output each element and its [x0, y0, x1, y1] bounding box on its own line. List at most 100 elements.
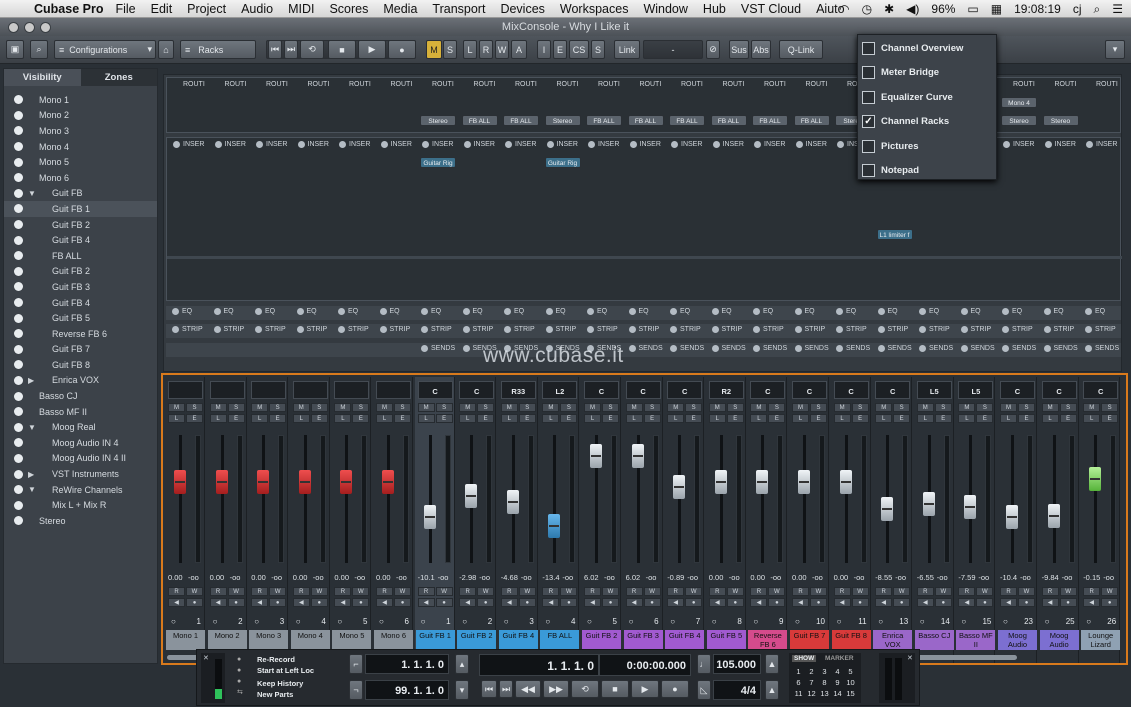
edit-button[interactable]: E: [602, 414, 619, 423]
power-icon[interactable]: [1043, 345, 1051, 352]
visibility-dot-icon[interactable]: [14, 95, 23, 105]
power-icon[interactable]: [546, 141, 554, 148]
racks-button[interactable]: ≡ Racks: [180, 40, 256, 59]
edit-button[interactable]: E: [976, 414, 994, 423]
power-icon[interactable]: [587, 308, 594, 315]
channel-name[interactable]: Guit FB 7: [790, 630, 829, 650]
write-automation-button[interactable]: W: [186, 587, 203, 596]
volume-fader[interactable]: [714, 470, 727, 495]
visibility-item[interactable]: Mono 4: [4, 139, 157, 155]
monitor-button[interactable]: ◀: [1041, 598, 1059, 607]
read-automation-button[interactable]: R: [792, 587, 809, 596]
read-automation-button[interactable]: R: [958, 587, 976, 596]
power-icon[interactable]: [877, 345, 885, 352]
power-icon[interactable]: [173, 141, 180, 148]
power-icon[interactable]: [545, 308, 553, 315]
strip-rack-button[interactable]: STRIP: [960, 326, 991, 333]
edit-button[interactable]: E: [1059, 414, 1077, 423]
routing-header[interactable]: ROUTI: [723, 81, 745, 88]
power-icon[interactable]: [339, 141, 346, 148]
routing-header[interactable]: ROUTI: [225, 81, 247, 88]
visibility-dot-icon[interactable]: [14, 173, 23, 183]
routing-output-selector[interactable]: Stereo: [1001, 115, 1037, 126]
power-icon[interactable]: [422, 141, 429, 148]
visibility-dot-icon[interactable]: [14, 360, 23, 370]
listen-button[interactable]: L: [1000, 414, 1017, 423]
volume-fader[interactable]: [922, 492, 935, 517]
edit-button[interactable]: E: [893, 414, 911, 423]
eq-rack-button[interactable]: EQ: [462, 308, 483, 315]
lock-config-icon[interactable]: ⌂: [158, 40, 174, 59]
sends-rack-button[interactable]: SENDS: [421, 345, 455, 352]
volume-value[interactable]: 0.00: [251, 573, 266, 582]
power-icon[interactable]: [877, 326, 885, 333]
channel-strip[interactable]: C M S L E 6.02 -oo R W ◀ ● ○ 6 Guit FB 3: [623, 377, 663, 663]
sends-rack-button[interactable]: SENDS: [753, 345, 787, 352]
disclosure-right-icon[interactable]: ▶: [28, 470, 34, 479]
play-icon[interactable]: ▶: [631, 680, 659, 698]
power-icon[interactable]: [545, 326, 553, 333]
monitor-button[interactable]: ◀: [916, 598, 934, 607]
power-icon[interactable]: [379, 308, 387, 315]
strip-rack-button[interactable]: STRIP: [255, 326, 286, 333]
power-icon[interactable]: [754, 141, 761, 148]
volume-fader[interactable]: [590, 444, 602, 469]
record-enable-button[interactable]: ●: [1018, 598, 1035, 607]
volume-fader[interactable]: [340, 470, 353, 495]
checkbox[interactable]: [862, 90, 875, 104]
strip-rack-button[interactable]: STRIP: [877, 326, 908, 333]
channel-name[interactable]: Mono 1: [166, 630, 205, 650]
record-enable-button[interactable]: ●: [186, 598, 203, 607]
go-to-start-icon[interactable]: ⏮: [268, 40, 282, 59]
power-icon[interactable]: [1086, 141, 1093, 148]
volume-fader[interactable]: [257, 470, 270, 495]
play-icon[interactable]: ▶: [358, 40, 386, 59]
monitor-button[interactable]: ◀: [209, 598, 227, 607]
edit-button[interactable]: E: [768, 414, 786, 423]
listen-button[interactable]: L: [667, 414, 685, 423]
marker-button-6[interactable]: 6: [792, 677, 805, 688]
menu-item-vst-cloud[interactable]: VST Cloud: [741, 2, 801, 16]
monitor-button[interactable]: ◀: [708, 598, 726, 607]
marker-button-10[interactable]: 10: [844, 677, 857, 688]
channel-strip[interactable]: C M S L E -10.1 -oo R W ◀ ● ○ 1 Guit FB 1: [414, 377, 455, 663]
tab-zones[interactable]: Zones: [81, 69, 158, 86]
read-automation-button[interactable]: R: [542, 587, 560, 596]
eq-rack-button[interactable]: EQ: [1085, 308, 1105, 315]
solo-button[interactable]: S: [726, 403, 744, 412]
mute-button[interactable]: M: [251, 403, 269, 412]
volume-value[interactable]: 0.00: [376, 573, 391, 582]
solo-button[interactable]: S: [269, 403, 287, 412]
power-icon[interactable]: [255, 308, 262, 315]
app-name[interactable]: Cubase Pro: [34, 2, 103, 16]
eq-rack-button[interactable]: EQ: [421, 308, 441, 315]
routing-output-selector[interactable]: FB ALL: [586, 115, 622, 126]
visibility-item[interactable]: Guit FB 4: [4, 295, 157, 311]
solo-button[interactable]: S: [643, 403, 661, 412]
mute-button[interactable]: M: [625, 403, 643, 412]
power-icon[interactable]: [919, 326, 926, 333]
pan-display[interactable]: C: [1041, 381, 1077, 399]
listen-button[interactable]: L: [251, 414, 269, 423]
menu-item-midi[interactable]: MIDI: [288, 2, 314, 16]
volume-value[interactable]: -13.4: [542, 573, 559, 582]
channel-name[interactable]: Guit FB 4: [665, 630, 705, 650]
channel-name[interactable]: Reverse FB 6: [748, 630, 788, 650]
menu-item-devices[interactable]: Devices: [500, 2, 544, 16]
read-automation-button[interactable]: R: [168, 587, 185, 596]
channel-link-icon[interactable]: ○: [670, 617, 675, 626]
volume-fader[interactable]: [423, 504, 436, 529]
insert-slot-header[interactable]: INSER: [505, 141, 536, 148]
pan-display[interactable]: [251, 381, 287, 399]
power-icon[interactable]: [794, 308, 802, 315]
visibility-item[interactable]: Guit FB 3: [4, 279, 157, 295]
mute-button[interactable]: M: [1041, 403, 1059, 412]
listen-button[interactable]: L: [584, 414, 601, 423]
mute-button[interactable]: M: [376, 403, 393, 412]
record-enable-button[interactable]: ●: [851, 598, 869, 607]
power-icon[interactable]: [587, 326, 594, 333]
channel-link-icon[interactable]: ○: [753, 617, 758, 626]
bluetooth-icon[interactable]: ✱: [884, 2, 894, 16]
routing-header[interactable]: ROUTI: [266, 81, 288, 88]
channel-link-icon[interactable]: ○: [254, 617, 259, 626]
